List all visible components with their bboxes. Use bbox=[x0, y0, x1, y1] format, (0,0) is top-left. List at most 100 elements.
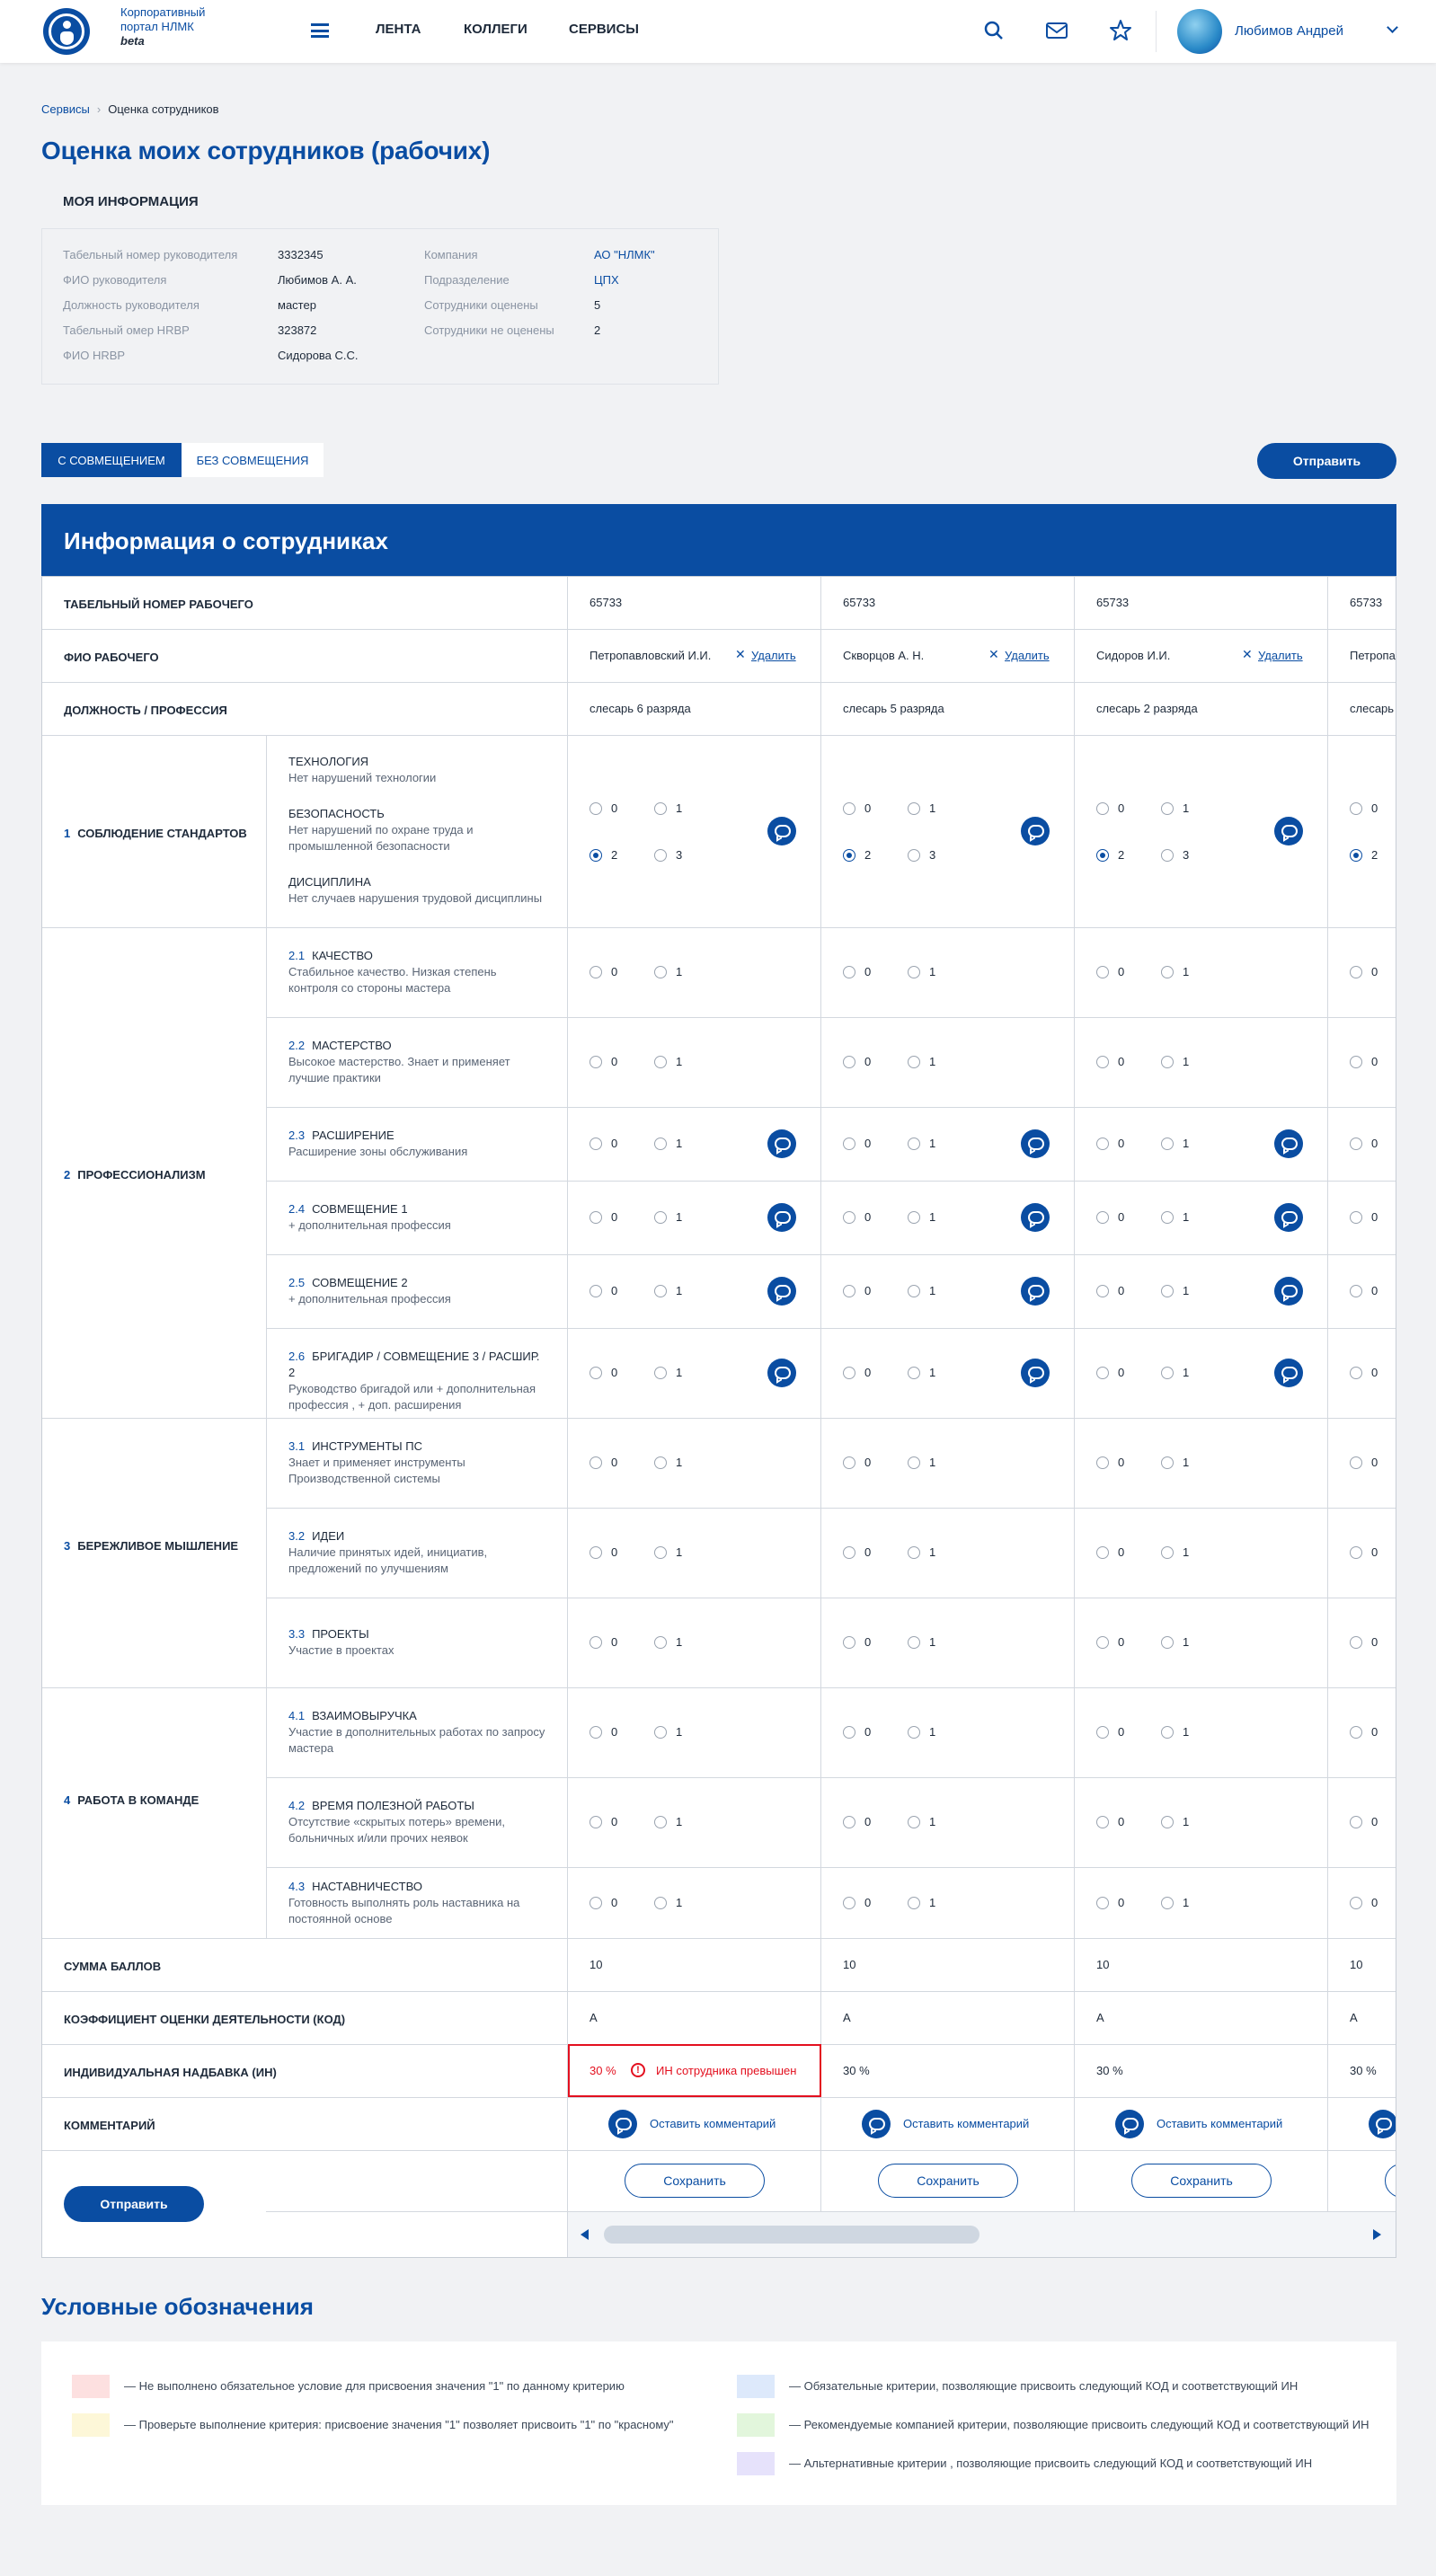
radio-option-0[interactable]: 0 bbox=[1096, 1456, 1124, 1469]
horizontal-scrollbar[interactable] bbox=[568, 2211, 1396, 2257]
radio-option-0[interactable]: 0 bbox=[1096, 965, 1124, 978]
save-employee-button[interactable]: Сохранить bbox=[1131, 2164, 1272, 2198]
radio-option-1[interactable]: 1 bbox=[908, 1284, 935, 1297]
nlmk-logo-icon[interactable] bbox=[43, 8, 90, 55]
comment-bubble-icon[interactable] bbox=[767, 1359, 796, 1387]
radio-option-0[interactable]: 0 bbox=[1350, 1456, 1378, 1469]
breadcrumb-services[interactable]: Сервисы bbox=[41, 102, 90, 116]
leave-comment-link[interactable]: Оставить комментарий bbox=[903, 2117, 1029, 2130]
save-employee-button[interactable]: Сохранить bbox=[625, 2164, 765, 2198]
save-employee-button[interactable]: Сохранить bbox=[878, 2164, 1018, 2198]
radio-option-0[interactable]: 0 bbox=[589, 1815, 617, 1828]
radio-option-0[interactable]: 0 bbox=[1096, 1896, 1124, 1909]
comment-bubble-icon[interactable] bbox=[1115, 2109, 1144, 2138]
radio-option-1[interactable]: 1 bbox=[654, 1456, 682, 1469]
comment-bubble-icon[interactable] bbox=[767, 817, 796, 845]
radio-option-0[interactable]: 0 bbox=[1350, 1815, 1378, 1828]
radio-option-0[interactable]: 0 bbox=[589, 1366, 617, 1379]
radio-option-0[interactable]: 0 bbox=[1350, 801, 1378, 815]
comment-bubble-icon[interactable] bbox=[1274, 817, 1303, 845]
radio-option-0[interactable]: 0 bbox=[1096, 1635, 1124, 1649]
radio-option-2[interactable]: 2 bbox=[589, 848, 617, 862]
radio-option-1[interactable]: 1 bbox=[908, 801, 935, 815]
radio-option-0[interactable]: 0 bbox=[589, 1896, 617, 1909]
comment-bubble-icon[interactable] bbox=[767, 1129, 796, 1158]
radio-option-1[interactable]: 1 bbox=[654, 1366, 682, 1379]
radio-option-0[interactable]: 0 bbox=[1096, 1545, 1124, 1559]
radio-option-3[interactable]: 3 bbox=[1161, 848, 1189, 862]
radio-option-0[interactable]: 0 bbox=[589, 965, 617, 978]
radio-option-0[interactable]: 0 bbox=[1096, 1725, 1124, 1739]
comment-bubble-icon[interactable] bbox=[1021, 1277, 1050, 1306]
radio-option-0[interactable]: 0 bbox=[589, 801, 617, 815]
radio-option-1[interactable]: 1 bbox=[908, 1725, 935, 1739]
radio-option-0[interactable]: 0 bbox=[589, 1635, 617, 1649]
radio-option-0[interactable]: 0 bbox=[1350, 1055, 1378, 1068]
radio-option-0[interactable]: 0 bbox=[1096, 1137, 1124, 1150]
comment-bubble-icon[interactable] bbox=[1021, 1129, 1050, 1158]
close-icon[interactable]: ✕ bbox=[988, 647, 999, 662]
radio-option-0[interactable]: 0 bbox=[1096, 1815, 1124, 1828]
comment-bubble-icon[interactable] bbox=[1274, 1203, 1303, 1232]
send-button-bottom[interactable]: Отправить bbox=[64, 2186, 204, 2222]
radio-option-0[interactable]: 0 bbox=[843, 1456, 871, 1469]
scroll-left-icon[interactable] bbox=[581, 2229, 589, 2240]
info-division-link[interactable]: ЦПХ bbox=[594, 273, 619, 287]
send-button-top[interactable]: Отправить bbox=[1257, 443, 1396, 479]
comment-bubble-icon[interactable] bbox=[767, 1203, 796, 1232]
radio-option-0[interactable]: 0 bbox=[843, 1137, 871, 1150]
radio-option-1[interactable]: 1 bbox=[1161, 1210, 1189, 1224]
radio-option-0[interactable]: 0 bbox=[589, 1210, 617, 1224]
radio-option-0[interactable]: 0 bbox=[1350, 1545, 1378, 1559]
radio-option-0[interactable]: 0 bbox=[1350, 965, 1378, 978]
radio-option-1[interactable]: 1 bbox=[654, 801, 682, 815]
comment-bubble-icon[interactable] bbox=[1021, 817, 1050, 845]
close-icon[interactable]: ✕ bbox=[1242, 647, 1253, 662]
comment-bubble-icon[interactable] bbox=[1021, 1203, 1050, 1232]
leave-comment-link[interactable]: Оставить комментарий bbox=[650, 2117, 776, 2130]
radio-option-1[interactable]: 1 bbox=[1161, 965, 1189, 978]
comment-bubble-icon[interactable] bbox=[608, 2109, 637, 2138]
radio-option-1[interactable]: 1 bbox=[1161, 1055, 1189, 1068]
radio-option-1[interactable]: 1 bbox=[654, 1055, 682, 1068]
tab-without-combination[interactable]: БЕЗ СОВМЕЩЕНИЯ bbox=[182, 443, 324, 477]
radio-option-1[interactable]: 1 bbox=[908, 1635, 935, 1649]
radio-option-2[interactable]: 2 bbox=[1350, 848, 1378, 862]
radio-option-0[interactable]: 0 bbox=[589, 1456, 617, 1469]
radio-option-1[interactable]: 1 bbox=[654, 965, 682, 978]
delete-employee-link[interactable]: Удалить bbox=[751, 649, 796, 662]
radio-option-1[interactable]: 1 bbox=[908, 1815, 935, 1828]
radio-option-2[interactable]: 2 bbox=[843, 848, 871, 862]
comment-bubble-icon[interactable] bbox=[1274, 1277, 1303, 1306]
radio-option-0[interactable]: 0 bbox=[843, 1545, 871, 1559]
star-icon[interactable] bbox=[1108, 18, 1133, 43]
comment-bubble-icon[interactable] bbox=[767, 1277, 796, 1306]
radio-option-0[interactable]: 0 bbox=[1096, 1210, 1124, 1224]
radio-option-1[interactable]: 1 bbox=[1161, 1896, 1189, 1909]
radio-option-1[interactable]: 1 bbox=[908, 1456, 935, 1469]
radio-option-1[interactable]: 1 bbox=[1161, 801, 1189, 815]
radio-option-1[interactable]: 1 bbox=[908, 965, 935, 978]
radio-option-1[interactable]: 1 bbox=[654, 1545, 682, 1559]
radio-option-1[interactable]: 1 bbox=[1161, 1456, 1189, 1469]
radio-option-1[interactable]: 1 bbox=[908, 1896, 935, 1909]
menu-icon[interactable] bbox=[311, 23, 329, 38]
radio-option-0[interactable]: 0 bbox=[843, 965, 871, 978]
tab-with-combination[interactable]: С СОВМЕЩЕНИЕМ bbox=[41, 443, 182, 477]
radio-option-3[interactable]: 3 bbox=[654, 848, 682, 862]
radio-option-1[interactable]: 1 bbox=[1161, 1635, 1189, 1649]
nav-services[interactable]: СЕРВИСЫ bbox=[569, 22, 639, 37]
radio-option-0[interactable]: 0 bbox=[1350, 1896, 1378, 1909]
radio-option-0[interactable]: 0 bbox=[1096, 1284, 1124, 1297]
radio-option-0[interactable]: 0 bbox=[843, 1725, 871, 1739]
radio-option-3[interactable]: 3 bbox=[908, 848, 935, 862]
leave-comment-link[interactable]: Оставить комментарий bbox=[1157, 2117, 1282, 2130]
nav-colleagues[interactable]: КОЛЛЕГИ bbox=[464, 22, 527, 37]
portal-title[interactable]: Корпоративный портал НЛМК beta bbox=[120, 5, 228, 49]
comment-bubble-icon[interactable] bbox=[862, 2109, 891, 2138]
radio-option-0[interactable]: 0 bbox=[843, 1210, 871, 1224]
chevron-down-icon[interactable] bbox=[1387, 22, 1398, 33]
radio-option-0[interactable]: 0 bbox=[843, 801, 871, 815]
radio-option-1[interactable]: 1 bbox=[1161, 1545, 1189, 1559]
nav-feed[interactable]: ЛЕНТА bbox=[376, 22, 421, 37]
